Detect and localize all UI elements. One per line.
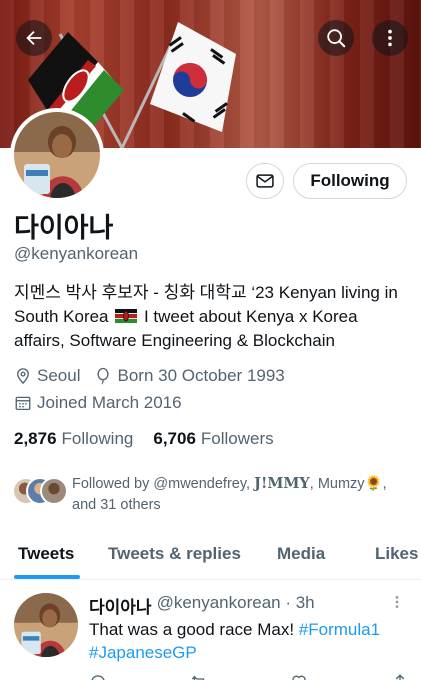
active-tab-indicator	[14, 575, 80, 579]
tweet-more-button[interactable]	[386, 591, 408, 613]
share-icon[interactable]	[391, 673, 409, 680]
back-button[interactable]	[16, 20, 52, 56]
follow-stats: 2,876 Following 6,706 Followers	[14, 429, 274, 449]
retweet-icon[interactable]	[190, 673, 208, 680]
more-options-button[interactable]	[372, 20, 408, 56]
kenya-flag-icon	[115, 309, 138, 323]
more-vertical-icon	[395, 596, 399, 608]
following-button[interactable]: Following	[293, 163, 407, 199]
tab-likes[interactable]: Likes	[375, 528, 418, 580]
profile-handle: @kenyankorean	[14, 244, 139, 263]
following-label: Following	[61, 429, 134, 448]
tweet-header: 다이아나 @kenyankorean · 3h	[89, 593, 315, 618]
profile-joined-date: Joined March 2016	[37, 393, 182, 412]
arrow-left-icon	[26, 30, 42, 46]
follower-avatars	[12, 477, 70, 509]
profile-bio: 지멘스 박사 후보자 - 칭화 대학교 ‘23 Kenyan living in…	[14, 281, 409, 353]
avatar-photo	[14, 112, 100, 198]
profile-tabs: Tweets Tweets & replies Media Likes	[0, 528, 421, 580]
tab-tweets-and-replies[interactable]: Tweets & replies	[108, 528, 241, 580]
hashtag-link[interactable]: #Formula1	[299, 620, 380, 639]
tweet-avatar[interactable]	[14, 593, 78, 657]
tweet-handle-time: @kenyankorean · 3h	[156, 593, 315, 612]
message-button[interactable]	[246, 163, 284, 199]
followed-by-prefix: Followed by @mwendefrey,	[72, 476, 255, 492]
profile-meta-row-1: Seoul Born 30 October 1993	[14, 366, 285, 386]
tweet-item[interactable]: 다이아나 @kenyankorean · 3h That was a good …	[0, 581, 421, 680]
followed-by-jmmy: J!MMY	[254, 475, 310, 492]
tab-tweets[interactable]: Tweets	[18, 528, 74, 580]
following-count: 2,876	[14, 429, 57, 448]
followed-by-text: Followed by @mwendefrey, J!MMY, Mumzy🌻, …	[72, 473, 412, 516]
search-button[interactable]	[318, 20, 354, 56]
tweet-text-body: That was a good race Max!	[89, 620, 299, 639]
tweet-author-name[interactable]: 다이아나	[89, 593, 152, 618]
search-icon	[327, 29, 346, 48]
tweet-text: That was a good race Max! #Formula1 #Japa…	[89, 618, 409, 664]
reply-icon[interactable]	[89, 673, 107, 680]
profile-location: Seoul	[37, 366, 81, 385]
calendar-icon	[14, 394, 32, 412]
followers-label: Followers	[200, 429, 274, 448]
profile-avatar[interactable]	[10, 108, 104, 202]
following-stat-link[interactable]: 2,876 Following	[14, 429, 133, 449]
display-name: 다이아나	[14, 213, 114, 244]
location-pin-icon	[14, 367, 32, 385]
like-icon[interactable]	[290, 673, 308, 680]
followers-count: 6,706	[153, 429, 196, 448]
tab-media[interactable]: Media	[277, 528, 325, 580]
profile-meta-row-2: Joined March 2016	[14, 393, 182, 413]
tweet-actions	[89, 673, 409, 680]
hashtag-link[interactable]: #JapaneseGP	[89, 643, 197, 662]
followed-by-row[interactable]: Followed by @mwendefrey, J!MMY, Mumzy🌻, …	[12, 473, 412, 516]
profile-birthday: Born 30 October 1993	[117, 366, 285, 385]
followers-stat-link[interactable]: 6,706 Followers	[153, 429, 273, 449]
balloon-icon	[94, 367, 112, 385]
more-vertical-icon	[388, 29, 392, 47]
follower-avatar	[40, 477, 68, 505]
envelope-icon	[256, 174, 274, 188]
